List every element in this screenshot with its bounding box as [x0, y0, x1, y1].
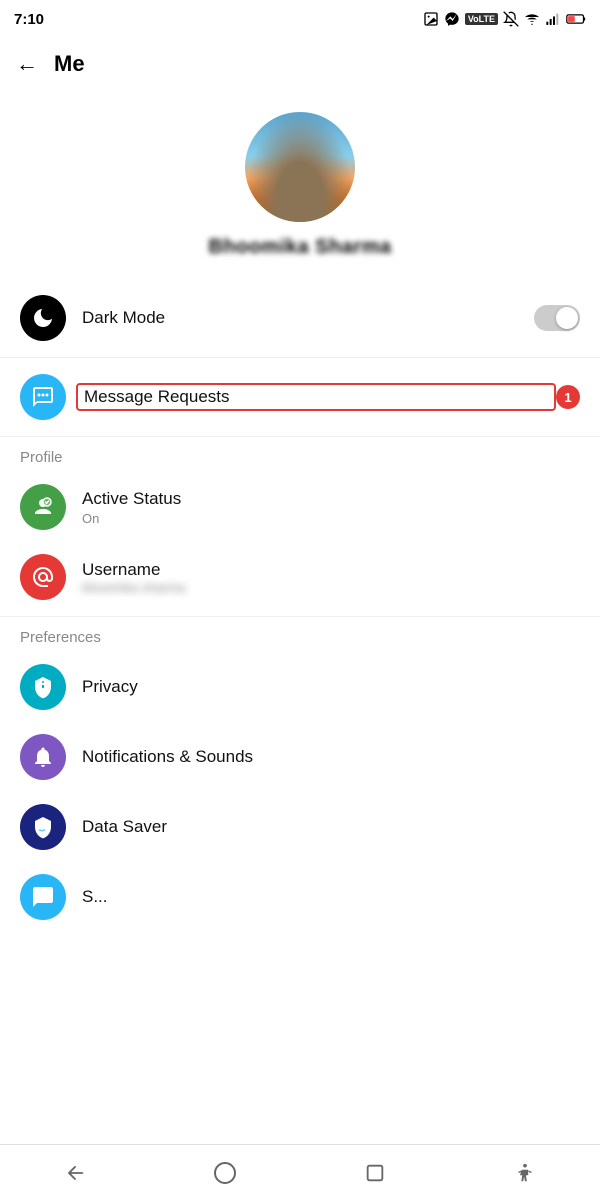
sms-item[interactable]: S...: [0, 862, 600, 932]
avatar[interactable]: [245, 112, 355, 222]
active-status-item[interactable]: Active Status On: [0, 472, 600, 542]
bell-muted-icon: [503, 11, 519, 27]
message-requests-content: Message Requests: [82, 383, 556, 411]
data-saver-item[interactable]: Data Saver: [0, 792, 600, 862]
divider-3: [0, 616, 600, 617]
profile-section: Bhoomika Sharma: [0, 92, 600, 283]
username-content: Username bhoomika sharma: [82, 560, 580, 595]
data-saver-icon-circle: [20, 804, 66, 850]
active-status-icon: [31, 495, 55, 519]
notifications-content: Notifications & Sounds: [82, 747, 580, 767]
active-status-label: Active Status: [82, 489, 580, 509]
home-circle-icon: [213, 1161, 237, 1185]
privacy-label: Privacy: [82, 677, 580, 697]
message-requests-badge: 1: [556, 385, 580, 409]
status-time: 7:10: [14, 11, 44, 28]
sms-icon-circle: [20, 874, 66, 920]
data-saver-label: Data Saver: [82, 817, 580, 837]
sms-icon: [31, 885, 55, 909]
dark-mode-item[interactable]: Dark Mode: [0, 283, 600, 353]
signal-icon: [545, 11, 561, 27]
dark-mode-toggle[interactable]: [534, 305, 580, 331]
profile-section-label: Profile: [0, 441, 600, 472]
active-status-subtitle: On: [82, 511, 580, 526]
nav-back-button[interactable]: [50, 1153, 100, 1193]
main-content: Bhoomika Sharma Dark Mode: [0, 92, 600, 1200]
messenger-status-icon: [444, 11, 460, 27]
nav-accessibility-button[interactable]: [500, 1153, 550, 1193]
bell-icon: [31, 745, 55, 769]
active-status-icon-circle: [20, 484, 66, 530]
dark-mode-toggle-container: [534, 305, 580, 331]
message-requests-highlight-box: Message Requests: [76, 383, 556, 411]
sms-label: S...: [82, 887, 580, 907]
notifications-icon-circle: [20, 734, 66, 780]
dark-mode-label: Dark Mode: [82, 308, 534, 328]
username-value: bhoomika sharma: [82, 580, 580, 595]
privacy-icon-circle: [20, 664, 66, 710]
top-nav: ← Me: [0, 36, 600, 92]
privacy-item[interactable]: Privacy: [0, 652, 600, 722]
data-saver-icon: [31, 815, 55, 839]
preferences-section-label: Preferences: [0, 621, 600, 652]
message-requests-item[interactable]: Message Requests 1: [0, 362, 600, 432]
notifications-item[interactable]: Notifications & Sounds: [0, 722, 600, 792]
dark-mode-content: Dark Mode: [82, 308, 534, 328]
message-requests-icon: [31, 385, 55, 409]
toggle-knob: [556, 307, 578, 329]
status-bar: 7:10 VoLTE: [0, 0, 600, 36]
page-title: Me: [54, 51, 85, 77]
privacy-content: Privacy: [82, 677, 580, 697]
nav-home-button[interactable]: [200, 1153, 250, 1193]
message-requests-badge-container: 1: [556, 385, 580, 409]
message-requests-icon-circle: [20, 374, 66, 420]
accessibility-icon: [514, 1162, 536, 1184]
back-button[interactable]: ←: [16, 51, 38, 77]
shield-icon: [31, 675, 55, 699]
moon-icon: [31, 306, 55, 330]
active-status-content: Active Status On: [82, 489, 580, 526]
divider-1: [0, 357, 600, 358]
sms-content: S...: [82, 887, 580, 907]
back-triangle-icon: [64, 1162, 86, 1184]
divider-2: [0, 436, 600, 437]
wifi-icon: [524, 11, 540, 27]
message-requests-label: Message Requests: [84, 387, 548, 407]
profile-name: Bhoomika Sharma: [208, 236, 391, 259]
data-saver-content: Data Saver: [82, 817, 580, 837]
volte-badge: VoLTE: [465, 13, 498, 25]
notifications-label: Notifications & Sounds: [82, 747, 580, 767]
recents-square-icon: [364, 1162, 386, 1184]
status-icons: VoLTE: [423, 11, 586, 27]
dark-mode-icon-circle: [20, 295, 66, 341]
gallery-icon: [423, 11, 439, 27]
battery-icon: [566, 12, 586, 26]
at-icon: [31, 565, 55, 589]
username-item[interactable]: Username bhoomika sharma: [0, 542, 600, 612]
username-icon-circle: [20, 554, 66, 600]
username-label: Username: [82, 560, 580, 580]
bottom-nav: [0, 1144, 600, 1200]
nav-recents-button[interactable]: [350, 1153, 400, 1193]
